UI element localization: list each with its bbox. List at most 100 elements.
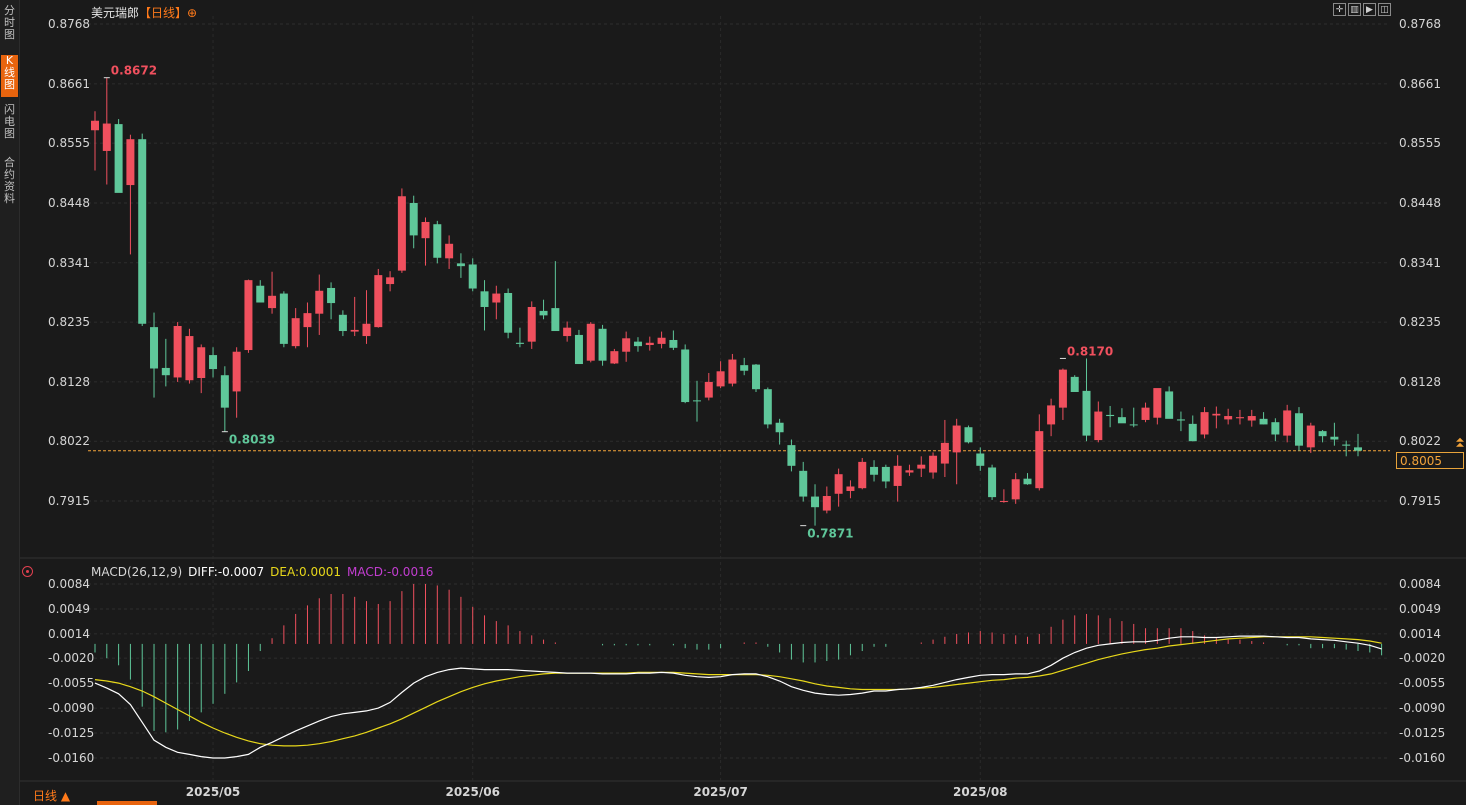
candle-body — [1200, 412, 1209, 435]
candle-body — [728, 359, 737, 384]
candle-body — [1188, 423, 1197, 442]
candle-body — [704, 381, 713, 398]
candle-body — [468, 264, 477, 289]
candle-body — [1306, 425, 1315, 448]
candle-body — [1047, 405, 1056, 425]
candle-body — [551, 308, 560, 332]
candle-body — [1129, 424, 1138, 426]
candle-body — [988, 467, 997, 498]
price-tick-left: 0.8022 — [48, 434, 90, 448]
date-tick: 2025/05 — [186, 785, 240, 799]
date-tick: 2025/07 — [693, 785, 747, 799]
candle-body — [763, 389, 772, 425]
candle-body — [586, 323, 595, 361]
candle-body — [456, 263, 465, 267]
candle-body — [834, 474, 843, 494]
candle-body — [1165, 391, 1174, 419]
candle-body — [279, 293, 288, 344]
candle-body — [811, 496, 820, 508]
candle-body — [893, 465, 902, 486]
kline-chart[interactable]: 0.8768 0.8768 0.8661 0.8661 0.8555 0.8555 0.84… — [0, 0, 1466, 805]
candle-body — [1342, 444, 1351, 446]
macd-tick-right: -0.0020 — [1399, 651, 1445, 665]
price-tick-left: 0.8128 — [48, 375, 90, 389]
candle-body — [244, 280, 253, 351]
macd-tick-left: -0.0090 — [48, 701, 94, 715]
extreme-label: 0.8170 — [1067, 344, 1113, 358]
last-price-arrow-icon — [1456, 437, 1464, 447]
candle-body — [1058, 369, 1067, 408]
candle-body — [421, 221, 430, 239]
price-tick-left: 0.8555 — [48, 136, 90, 150]
macd-indicator-toggle-icon[interactable] — [22, 566, 33, 577]
price-tick-right: 0.8341 — [1399, 256, 1441, 270]
candle-body — [327, 287, 336, 304]
candle-body — [362, 323, 371, 337]
candle-body — [409, 202, 418, 236]
candle-body — [433, 224, 442, 258]
candle-body — [114, 124, 123, 193]
macd-tick-right: 0.0084 — [1399, 577, 1441, 591]
macd-diff-label: DIFF:-0.0007 — [188, 565, 265, 579]
diff-line — [94, 635, 1382, 759]
candle-body — [1224, 416, 1233, 420]
macd-tick-left: -0.0125 — [48, 726, 94, 740]
macd-tick-right: -0.0125 — [1399, 726, 1445, 740]
candle-body — [681, 349, 690, 403]
candle-body — [126, 139, 135, 186]
candle-body — [1141, 407, 1150, 420]
candle-body — [929, 455, 938, 473]
macd-tick-left: -0.0160 — [48, 751, 94, 765]
candle-body — [775, 422, 784, 433]
dea-line — [94, 636, 1382, 747]
candle-body — [1023, 478, 1032, 485]
period-selector[interactable]: 日线 ▲ — [33, 787, 70, 804]
candle-body — [1318, 431, 1327, 437]
candle-body — [952, 425, 961, 453]
last-price-tag: 0.8005 — [1396, 452, 1464, 469]
candle-body — [197, 347, 206, 379]
candle-body — [1247, 416, 1256, 421]
candle-body — [492, 293, 501, 303]
macd-tick-left: 0.0084 — [48, 577, 90, 591]
extreme-label: 0.7871 — [807, 527, 853, 541]
candle-body — [504, 293, 513, 333]
extreme-label: 0.8039 — [229, 433, 275, 447]
price-tick-left: 0.8341 — [48, 256, 90, 270]
candle-body — [1330, 436, 1339, 440]
candle-body — [846, 486, 855, 491]
candle-body — [91, 120, 99, 131]
price-tick-left: 0.8661 — [48, 77, 90, 91]
candle-body — [905, 470, 914, 473]
candle-body — [740, 365, 749, 371]
candle-body — [940, 442, 949, 464]
candle-body — [256, 285, 265, 303]
candle-body — [1070, 376, 1079, 392]
candle-body — [574, 334, 583, 365]
candle-body — [185, 336, 194, 381]
macd-tick-right: -0.0090 — [1399, 701, 1445, 715]
macd-tick-left: 0.0049 — [48, 602, 90, 616]
candle-body — [1259, 418, 1268, 425]
candle-body — [917, 464, 926, 469]
candle-body — [539, 310, 548, 316]
price-tick-left: 0.8235 — [48, 315, 90, 329]
candle-body — [515, 342, 524, 344]
candle-body — [622, 338, 631, 352]
candle-body — [1106, 414, 1115, 417]
candle-body — [881, 466, 890, 482]
candle-body — [338, 314, 347, 332]
price-tick-right: 0.8128 — [1399, 375, 1441, 389]
candle-body — [787, 445, 796, 466]
candle-body — [645, 342, 654, 346]
candle-body — [1153, 388, 1162, 418]
candle-body — [964, 427, 973, 443]
scrollbar-thumb[interactable] — [97, 801, 157, 805]
candle-body — [1212, 413, 1221, 416]
macd-tick-left: -0.0020 — [48, 651, 94, 665]
candle-body — [822, 496, 831, 511]
candle-body — [291, 318, 300, 347]
candle-body — [350, 329, 359, 332]
candle-body — [1094, 411, 1103, 441]
macd-tick-left: 0.0014 — [48, 627, 90, 641]
